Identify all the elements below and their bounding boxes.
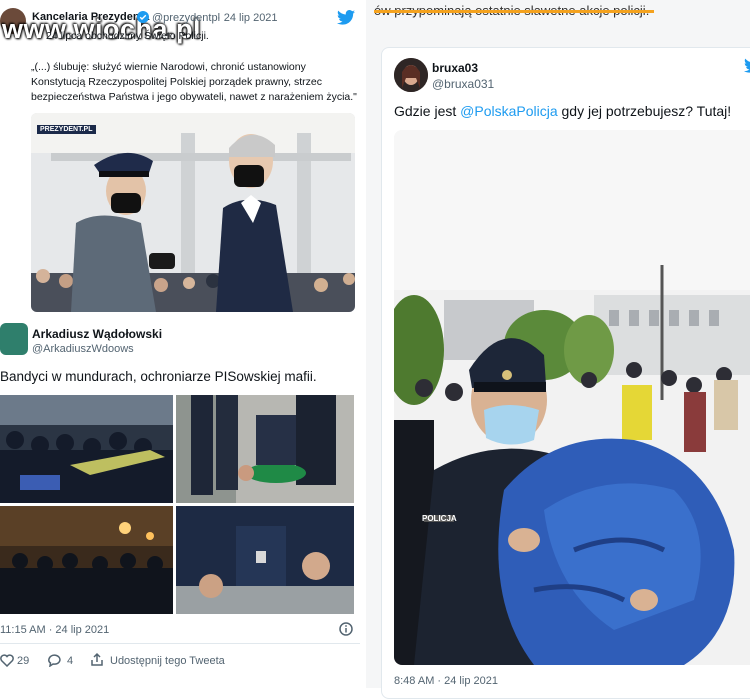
heart-icon[interactable]: [0, 654, 14, 667]
tweet2-photo-bottom-left[interactable]: [0, 506, 173, 614]
tweet1-quote: „(...) ślubuję: służyć wiernie Narodowi,…: [31, 61, 357, 103]
reply-count: 4: [67, 655, 74, 667]
share-icon[interactable]: [90, 652, 104, 667]
bruxa-avatar-image: [394, 58, 428, 92]
police-line-image: [0, 395, 173, 503]
tweet2-author-name[interactable]: Arkadiusz Wądołowski: [32, 327, 162, 341]
tweet1-text-line: 24 lipca obchodzimy Święto Policji.: [46, 30, 209, 42]
tweet2-text: Bandyci w mundurach, ochroniarze PISowsk…: [0, 369, 317, 384]
orange-strike-line: [374, 10, 654, 13]
verified-badge-icon: [137, 11, 149, 23]
officer-with-flag-image: [394, 130, 750, 665]
twitter-bird-icon-right[interactable]: [744, 58, 750, 73]
mention-link[interactable]: @PolskaPolicja: [460, 103, 557, 119]
tweet2-photo-top-left[interactable]: [0, 395, 173, 503]
photo-tag-label: PREZYDENT.PL: [37, 125, 96, 134]
arkadiusz-avatar[interactable]: [0, 323, 28, 355]
tweet3-text-after: gdy jej potrzebujesz? Tutaj!: [557, 103, 732, 119]
tweet3-author-name[interactable]: bruxa03: [432, 61, 478, 75]
tweet3-text: Gdzie jest @PolskaPolicja gdy jej potrze…: [394, 103, 731, 119]
tweet3-author-handle[interactable]: @bruxa031: [432, 77, 494, 91]
share-tweet-link[interactable]: Udostępnij tego Tweeta: [110, 655, 225, 667]
tweet3-text-before: Gdzie jest: [394, 103, 461, 119]
bruxa-avatar[interactable]: [394, 58, 428, 92]
tweet1-author-handle[interactable]: @prezydentpl: [152, 12, 220, 24]
tweet1-author-name[interactable]: Kancelaria Prezydenta: [32, 11, 149, 23]
tweet2-photo-bottom-right[interactable]: [176, 506, 354, 614]
policja-badge: POLICJA: [422, 514, 457, 523]
tweet2-timestamp[interactable]: 11:15 AM · 24 lip 2021: [0, 624, 109, 636]
ceremony-scene-image: [31, 113, 355, 312]
arrest-on-ground-image: [176, 395, 354, 503]
like-count: 29: [17, 655, 30, 667]
night-police-image: [0, 506, 173, 614]
twitter-bird-icon[interactable]: [337, 10, 355, 25]
tweet2-divider: [0, 643, 360, 644]
reply-icon[interactable]: [47, 653, 62, 667]
info-icon[interactable]: [339, 622, 353, 636]
tweet3-photo[interactable]: POLICJA: [394, 130, 750, 665]
tweet1-date[interactable]: · 24 lip 2021: [217, 12, 278, 24]
tweet1-photo[interactable]: PREZYDENT.PL: [31, 113, 355, 312]
tweet2-author-handle[interactable]: @ArkadiuszWdoows: [32, 343, 134, 355]
tweet3-timestamp[interactable]: 8:48 AM · 24 lip 2021: [394, 675, 498, 687]
tweet2-photo-top-right[interactable]: [176, 395, 354, 503]
police-pile-image: [176, 506, 354, 614]
